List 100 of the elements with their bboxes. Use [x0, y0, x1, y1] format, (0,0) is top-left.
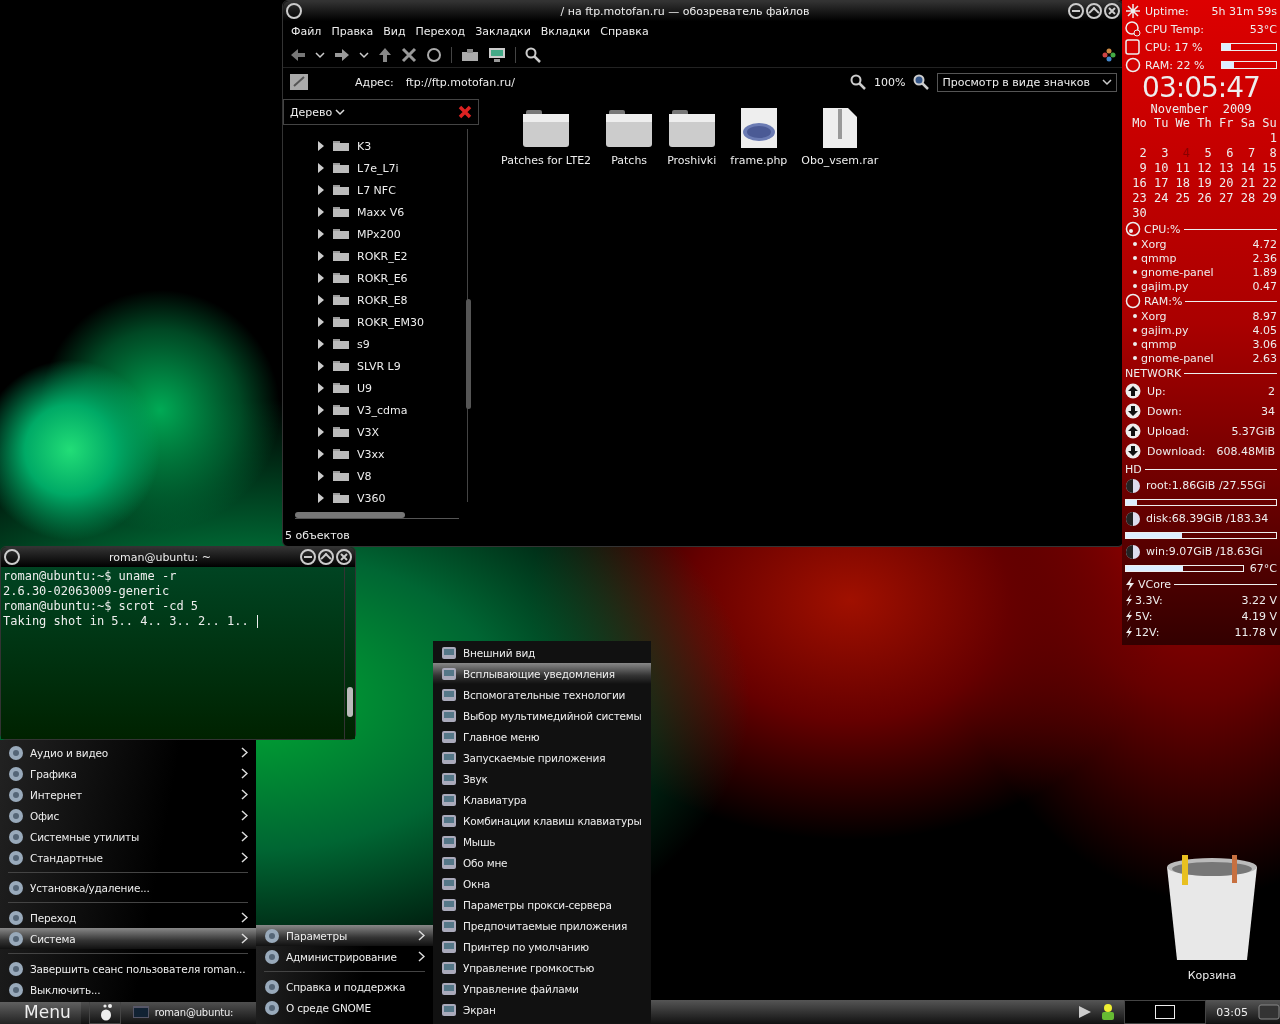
expander-icon[interactable] — [317, 339, 325, 349]
expander-icon[interactable] — [317, 163, 325, 173]
expander-icon[interactable] — [317, 317, 325, 327]
file-name[interactable]: Obo_vsem.rar — [801, 154, 879, 167]
expander-icon[interactable] — [317, 405, 325, 415]
tree-item[interactable]: V3X — [357, 425, 380, 439]
expander-icon[interactable] — [317, 141, 325, 151]
menu-item[interactable]: Внешний вид — [433, 642, 651, 663]
tree-item[interactable]: ROKR_EM30 — [357, 315, 425, 329]
close-button[interactable] — [1104, 3, 1120, 19]
menu-item[interactable]: Главное меню — [433, 726, 651, 747]
close-sidebar-icon[interactable] — [458, 105, 472, 119]
tree-item[interactable]: V3_cdma — [357, 403, 408, 417]
maximize-button[interactable] — [1086, 3, 1102, 19]
tree-item[interactable]: V8 — [357, 469, 372, 483]
file-name[interactable]: Patches for LTE2 — [501, 154, 592, 167]
menu-item[interactable]: Экран — [433, 999, 651, 1020]
menu-item[interactable]: Аудио и видео — [0, 742, 256, 763]
edit-location-icon[interactable] — [289, 73, 309, 91]
person-icon[interactable] — [1100, 1003, 1117, 1021]
minimize-button[interactable] — [1068, 3, 1084, 19]
expander-icon[interactable] — [317, 449, 325, 459]
expander-icon[interactable] — [317, 383, 325, 393]
back-arrow-icon[interactable] — [290, 48, 306, 62]
tree-item[interactable]: L7e_L7i — [357, 161, 399, 175]
menu-item[interactable]: Правка — [331, 25, 374, 39]
archive-file-icon[interactable] — [821, 107, 858, 148]
menu-item[interactable]: Звук — [433, 768, 651, 789]
menu-item[interactable]: Файл — [291, 25, 322, 39]
menu-item[interactable]: Параметры — [256, 925, 433, 946]
menu-item[interactable]: Запускаемые приложения — [433, 747, 651, 768]
minimize-button[interactable] — [300, 549, 316, 565]
menu-item[interactable]: Принтер по умолчанию — [433, 936, 651, 957]
tree-item[interactable]: V3xx — [357, 447, 385, 461]
taskbar-task-button[interactable]: roman@ubuntu: — [128, 1006, 234, 1018]
tree-item[interactable]: K3 — [357, 139, 372, 153]
file-name[interactable]: Patchs — [611, 154, 648, 167]
expander-icon[interactable] — [317, 471, 325, 481]
menu-item[interactable]: Мышь — [433, 831, 651, 852]
menu-item[interactable]: Системные утилиты — [0, 826, 256, 847]
menu-item[interactable]: Вкладки — [540, 25, 591, 39]
tree-item[interactable]: V360 — [357, 491, 386, 505]
zoom-out-icon[interactable] — [849, 74, 866, 90]
menu-item[interactable]: Вспомогательные технологии — [433, 684, 651, 705]
menu-item[interactable]: Графика — [0, 763, 256, 784]
expander-icon[interactable] — [317, 207, 325, 217]
expander-icon[interactable] — [317, 427, 325, 437]
menu-item[interactable]: Завершить сеанс пользователя roman... — [0, 958, 256, 979]
menu-item[interactable]: Закладки — [475, 25, 531, 39]
menu-item[interactable]: Окна — [433, 873, 651, 894]
expander-icon[interactable] — [317, 185, 325, 195]
address-field[interactable]: ftp://ftp.motofan.ru/ — [401, 75, 842, 89]
stop-x-icon[interactable] — [401, 47, 417, 63]
menu-item[interactable]: Клавиатура — [433, 789, 651, 810]
maximize-button[interactable] — [318, 549, 334, 565]
menu-item[interactable]: Справка и поддержка — [256, 976, 433, 997]
close-button[interactable] — [336, 549, 352, 565]
horizontal-scrollbar[interactable] — [295, 510, 459, 519]
menu-button[interactable]: Menu — [0, 1000, 81, 1024]
tree-item[interactable]: Maxx V6 — [357, 205, 405, 219]
menu-item[interactable]: Выключить... — [0, 979, 256, 1000]
menu-item[interactable]: Установка/удаление... — [0, 877, 256, 898]
dropdown-caret-icon[interactable] — [359, 51, 369, 59]
zoom-in-icon[interactable] — [913, 74, 930, 90]
menu-item[interactable]: Всплывающие уведомления — [433, 663, 651, 684]
menu-item[interactable]: Переход — [0, 907, 256, 928]
expander-icon[interactable] — [317, 361, 325, 371]
home-icon[interactable] — [461, 48, 479, 62]
menu-item[interactable]: Вид — [383, 25, 406, 39]
tree-item[interactable]: SLVR L9 — [357, 359, 401, 373]
menu-item[interactable]: Управление файлами — [433, 978, 651, 999]
menu-item[interactable]: Параметры прокси-сервера — [433, 894, 651, 915]
tree-item[interactable]: MPx200 — [357, 227, 401, 241]
computer-icon[interactable] — [488, 47, 506, 63]
footprint-launcher-button[interactable] — [88, 1000, 121, 1024]
window-menu-icon[interactable] — [286, 3, 302, 19]
expander-icon[interactable] — [317, 273, 325, 283]
reload-icon[interactable] — [426, 47, 442, 63]
menu-item[interactable]: Стандартные — [0, 847, 256, 868]
show-desktop-icon[interactable] — [1258, 1004, 1280, 1020]
tree-item[interactable]: ROKR_E2 — [357, 249, 408, 263]
search-icon[interactable] — [525, 47, 541, 63]
folder-icon[interactable] — [667, 110, 716, 148]
menu-item[interactable]: Система — [0, 928, 256, 949]
menu-item[interactable]: Переход — [415, 25, 466, 39]
dropdown-caret-icon[interactable] — [315, 51, 325, 59]
folder-icon[interactable] — [605, 110, 654, 148]
view-mode-dropdown[interactable]: Просмотр в виде значков — [937, 72, 1117, 92]
menu-item[interactable]: Справка — [600, 25, 649, 39]
window-menu-icon[interactable] — [4, 549, 20, 565]
expander-icon[interactable] — [317, 295, 325, 305]
play-icon[interactable] — [1078, 1005, 1093, 1019]
sidebar-dropdown[interactable]: Дерево — [290, 105, 346, 119]
file-name[interactable]: Proshivki — [667, 154, 717, 167]
tree-item[interactable]: U9 — [357, 381, 373, 395]
menu-item[interactable]: Обо мне — [433, 852, 651, 873]
menu-item[interactable]: Предпочитаемые приложения — [433, 915, 651, 936]
workspace-switcher[interactable] — [1124, 1000, 1207, 1024]
menu-item[interactable]: Управление громкостью — [433, 957, 651, 978]
expander-icon[interactable] — [317, 251, 325, 261]
